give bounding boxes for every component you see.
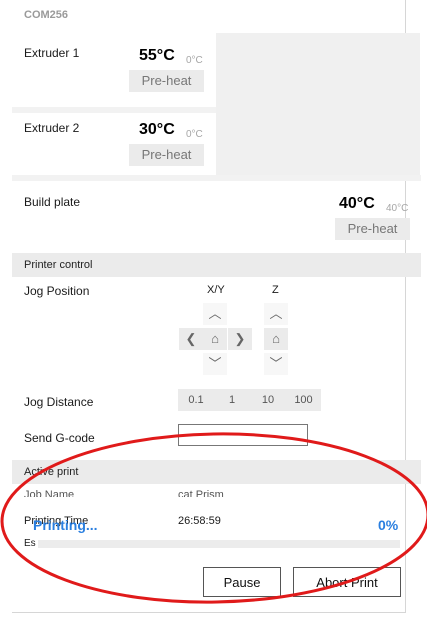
build-plate-preheat-button[interactable]: Pre-heat xyxy=(335,218,410,240)
job-name-value: cat Prism xyxy=(178,489,224,497)
jog-x-minus-button[interactable]: ❮ xyxy=(179,328,203,350)
extruder-2-temperature: 30°C xyxy=(139,121,175,138)
z-axis-label: Z xyxy=(272,284,279,296)
printer-control-header: Printer control xyxy=(12,253,421,277)
extruder-2-preheat-button[interactable]: Pre-heat xyxy=(129,144,204,166)
jog-y-minus-button[interactable]: ﹀ xyxy=(203,353,227,375)
jog-distance-option[interactable]: 100 xyxy=(286,389,321,411)
jog-y-plus-button[interactable]: ︿ xyxy=(203,303,227,325)
jog-distance-selector: 0.1 1 10 100 xyxy=(178,389,321,411)
extruder-1-preheat-button[interactable]: Pre-heat xyxy=(129,70,204,92)
jog-distance-label: Jog Distance xyxy=(24,395,94,409)
panel-bottom-border xyxy=(12,612,406,613)
printing-time-value: 26:58:59 xyxy=(178,515,221,527)
pause-button[interactable]: Pause xyxy=(203,567,281,597)
extruder-2-label: Extruder 2 xyxy=(24,121,80,135)
separator xyxy=(12,175,421,181)
extruder-1-target: 0°C xyxy=(186,55,203,66)
print-status: Printing... xyxy=(33,517,98,533)
progress-percentage: 0% xyxy=(378,517,399,533)
extruder-1-label: Extruder 1 xyxy=(24,46,80,60)
send-gcode-label: Send G-code xyxy=(24,431,95,445)
extruder-side-area xyxy=(216,33,420,175)
jog-distance-option[interactable]: 1 xyxy=(214,389,250,411)
build-plate-label: Build plate xyxy=(24,195,81,209)
jog-distance-option[interactable]: 0.1 xyxy=(178,389,214,411)
jog-position-label: Jog Position xyxy=(24,284,90,298)
print-progress-bar xyxy=(38,540,400,548)
printer-control-title: Printer control xyxy=(24,259,93,271)
home-icon: ⌂ xyxy=(211,331,219,346)
gcode-input[interactable] xyxy=(178,424,308,446)
build-plate-temperature: 40°C xyxy=(339,195,375,212)
extruder-1-temperature: 55°C xyxy=(139,47,175,64)
job-name-label: Job Name xyxy=(24,489,75,497)
build-plate-target: 40°C xyxy=(386,203,409,214)
jog-z-home-button[interactable]: ⌂ xyxy=(264,328,288,350)
jog-x-plus-button[interactable]: ❯ xyxy=(228,328,252,350)
chevron-left-icon: ❮ xyxy=(185,331,197,346)
xy-axis-label: X/Y xyxy=(207,284,225,296)
chevron-down-icon: ﹀ xyxy=(208,356,222,371)
abort-print-button[interactable]: Abort Print xyxy=(293,567,401,597)
separator xyxy=(12,107,216,113)
extruder-2-target: 0°C xyxy=(186,129,203,140)
jog-z-plus-button[interactable]: ︿ xyxy=(264,303,288,325)
estimated-label: Es xyxy=(24,538,36,549)
active-print-title: Active print xyxy=(24,466,79,478)
active-print-header: Active print xyxy=(12,460,421,484)
home-icon: ⌂ xyxy=(272,331,280,346)
jog-distance-option[interactable]: 10 xyxy=(250,389,286,411)
chevron-right-icon: ❯ xyxy=(234,331,246,346)
chevron-up-icon: ︿ xyxy=(208,306,222,321)
connection-name: COM256 xyxy=(24,9,69,21)
chevron-up-icon: ︿ xyxy=(269,306,283,321)
chevron-down-icon: ﹀ xyxy=(269,356,283,371)
jog-xy-home-button[interactable]: ⌂ xyxy=(203,328,227,350)
job-name-row: Job Name cat Prism xyxy=(12,485,421,497)
jog-z-minus-button[interactable]: ﹀ xyxy=(264,353,288,375)
